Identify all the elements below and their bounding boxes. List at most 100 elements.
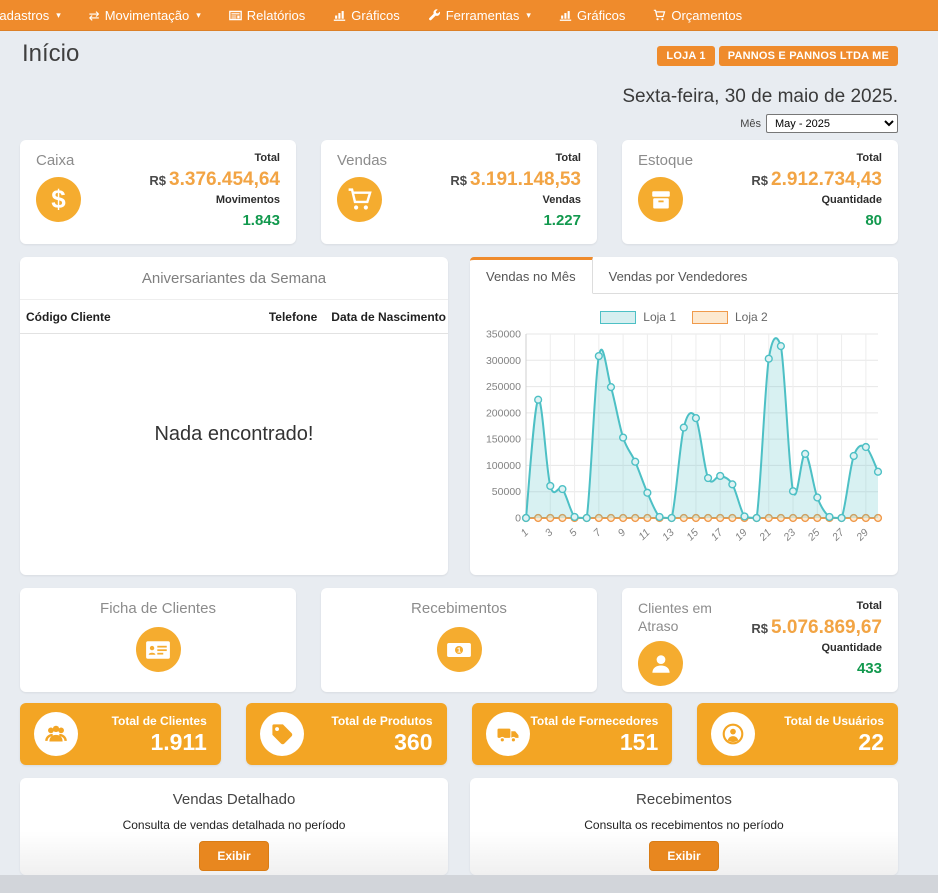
svg-text:200000: 200000 xyxy=(486,407,521,419)
recebimentos-panel: Recebimentos Consulta os recebimentos no… xyxy=(470,778,898,875)
total-usuarios-tile: Total de Usuários 22 xyxy=(697,703,898,765)
svg-text:0: 0 xyxy=(515,513,521,525)
panel-description: Consulta de vendas detalhada no período xyxy=(30,818,438,832)
nav-label: Cadastros xyxy=(0,8,49,23)
svg-text:17: 17 xyxy=(709,526,727,544)
count-value: 433 xyxy=(751,658,882,681)
store-badge[interactable]: LOJA 1 xyxy=(657,46,714,66)
svg-text:9: 9 xyxy=(616,527,629,540)
chevron-down-icon: ▾ xyxy=(526,10,531,21)
month-filter: Mês May - 2025 xyxy=(740,114,898,133)
money-bill-icon: 1 xyxy=(437,627,482,672)
count-label: Movimentos xyxy=(149,192,280,210)
col-data-nascimento: Data de Nascimento xyxy=(331,310,446,324)
recebimentos-card[interactable]: Recebimentos 1 xyxy=(321,588,597,692)
svg-text:50000: 50000 xyxy=(492,486,521,498)
count-label: Vendas xyxy=(450,192,581,210)
tile-value: 151 xyxy=(530,730,659,755)
panel-title: Recebimentos xyxy=(480,791,888,808)
tile-value: 360 xyxy=(304,730,433,755)
count-value: 80 xyxy=(751,210,882,233)
svg-text:150000: 150000 xyxy=(486,434,521,446)
nav-relatorios[interactable]: Relatórios xyxy=(215,0,320,31)
total-produtos-tile: Total de Produtos 360 xyxy=(246,703,447,765)
tab-vendas-no-mes[interactable]: Vendas no Mês xyxy=(470,257,593,294)
company-badge[interactable]: PANNOS E PANNOS LTDA ME xyxy=(719,46,898,66)
current-date: Sexta-feira, 30 de maio de 2025. xyxy=(622,86,898,108)
store-badges: LOJA 1 PANNOS E PANNOS LTDA ME xyxy=(657,46,898,66)
clientes-atraso-card: Clientes em Atraso Total R$5.076.869,67 … xyxy=(622,588,898,692)
report-icon xyxy=(229,9,242,22)
svg-text:19: 19 xyxy=(733,527,750,544)
nav-label: Ferramentas xyxy=(446,8,520,23)
table-header: Código Cliente Telefone Data de Nascimen… xyxy=(20,300,448,334)
nav-movimentacao[interactable]: ⇄ Movimentação ▾ xyxy=(75,0,215,31)
user-icon xyxy=(638,641,683,686)
sales-chart: 0500001000001500002000002500003000003500… xyxy=(470,324,898,569)
legend-label: Loja 2 xyxy=(735,310,768,324)
svg-text:5: 5 xyxy=(567,527,580,540)
exibir-recebimentos-button[interactable]: Exibir xyxy=(649,841,718,871)
nav-label: Orçamentos xyxy=(671,8,742,23)
box-icon xyxy=(638,177,683,222)
user-circle-icon xyxy=(711,712,755,756)
nav-ferramentas[interactable]: Ferramentas ▾ xyxy=(414,0,545,31)
exibir-vendas-button[interactable]: Exibir xyxy=(199,841,268,871)
card-title: Ficha de Clientes xyxy=(36,600,280,617)
chevron-down-icon: ▾ xyxy=(196,10,201,21)
total-label: Total xyxy=(149,150,280,168)
panel-title: Aniversariantes da Semana xyxy=(20,257,448,300)
empty-message: Nada encontrado! xyxy=(20,334,448,575)
tile-value: 22 xyxy=(755,730,884,755)
col-telefone: Telefone xyxy=(269,310,317,324)
svg-text:300000: 300000 xyxy=(486,355,521,367)
bar-chart-icon xyxy=(333,9,346,22)
loja1-swatch xyxy=(600,311,636,324)
month-select[interactable]: May - 2025 xyxy=(766,114,898,133)
nav-orcamentos[interactable]: Orçamentos xyxy=(639,0,756,31)
svg-text:21: 21 xyxy=(756,527,773,544)
wrench-icon xyxy=(428,9,441,22)
users-icon xyxy=(34,712,78,756)
col-codigo-cliente: Código Cliente xyxy=(26,310,269,324)
chart-legend: Loja 1 Loja 2 xyxy=(470,310,898,324)
total-label: Total xyxy=(751,150,882,168)
nav-label: Gráficos xyxy=(351,8,399,23)
ficha-clientes-card[interactable]: Ficha de Clientes xyxy=(20,588,296,692)
tile-label: Total de Clientes xyxy=(78,713,207,730)
total-amount: R$3.191.148,53 xyxy=(450,168,581,193)
tab-vendas-por-vendedores[interactable]: Vendas por Vendedores xyxy=(593,257,764,293)
tile-label: Total de Usuários xyxy=(755,713,884,730)
exchange-icon: ⇄ xyxy=(89,9,100,22)
svg-text:7: 7 xyxy=(591,526,604,539)
svg-text:11: 11 xyxy=(636,527,652,543)
svg-text:29: 29 xyxy=(854,527,872,545)
svg-text:25: 25 xyxy=(805,527,823,545)
nav-cadastros[interactable]: Cadastros ▾ xyxy=(0,0,75,31)
svg-text:1: 1 xyxy=(457,645,461,654)
nav-label: Gráficos xyxy=(577,8,625,23)
svg-text:15: 15 xyxy=(684,527,701,544)
birthdays-panel: Aniversariantes da Semana Código Cliente… xyxy=(20,257,448,575)
tile-value: 1.911 xyxy=(78,730,207,755)
nav-label: Movimentação xyxy=(105,8,190,23)
truck-icon xyxy=(486,712,530,756)
totals-row: Total de Clientes 1.911 Total de Produto… xyxy=(20,703,898,765)
feature-row: Ficha de Clientes Recebimentos 1 Cliente… xyxy=(20,588,898,692)
month-label: Mês xyxy=(740,118,761,130)
chart-tabs: Vendas no Mês Vendas por Vendedores xyxy=(470,257,898,294)
vendas-card: Vendas Total R$3.191.148,53 Vendas 1.227 xyxy=(321,140,597,244)
svg-text:250000: 250000 xyxy=(486,381,521,393)
bar-chart-icon xyxy=(559,9,572,22)
total-fornecedores-tile: Total de Fornecedores 151 xyxy=(472,703,673,765)
chevron-down-icon: ▾ xyxy=(56,10,61,21)
caixa-card: Caixa $ Total R$3.376.454,64 Movimentos … xyxy=(20,140,296,244)
loja2-swatch xyxy=(692,311,728,324)
middle-row: Aniversariantes da Semana Código Cliente… xyxy=(20,257,898,575)
legend-label: Loja 1 xyxy=(643,310,676,324)
nav-graficos-1[interactable]: Gráficos xyxy=(319,0,413,31)
id-card-icon xyxy=(136,627,181,672)
summary-row: Caixa $ Total R$3.376.454,64 Movimentos … xyxy=(20,140,898,244)
nav-graficos-2[interactable]: Gráficos xyxy=(545,0,639,31)
panel-description: Consulta os recebimentos no período xyxy=(480,818,888,832)
